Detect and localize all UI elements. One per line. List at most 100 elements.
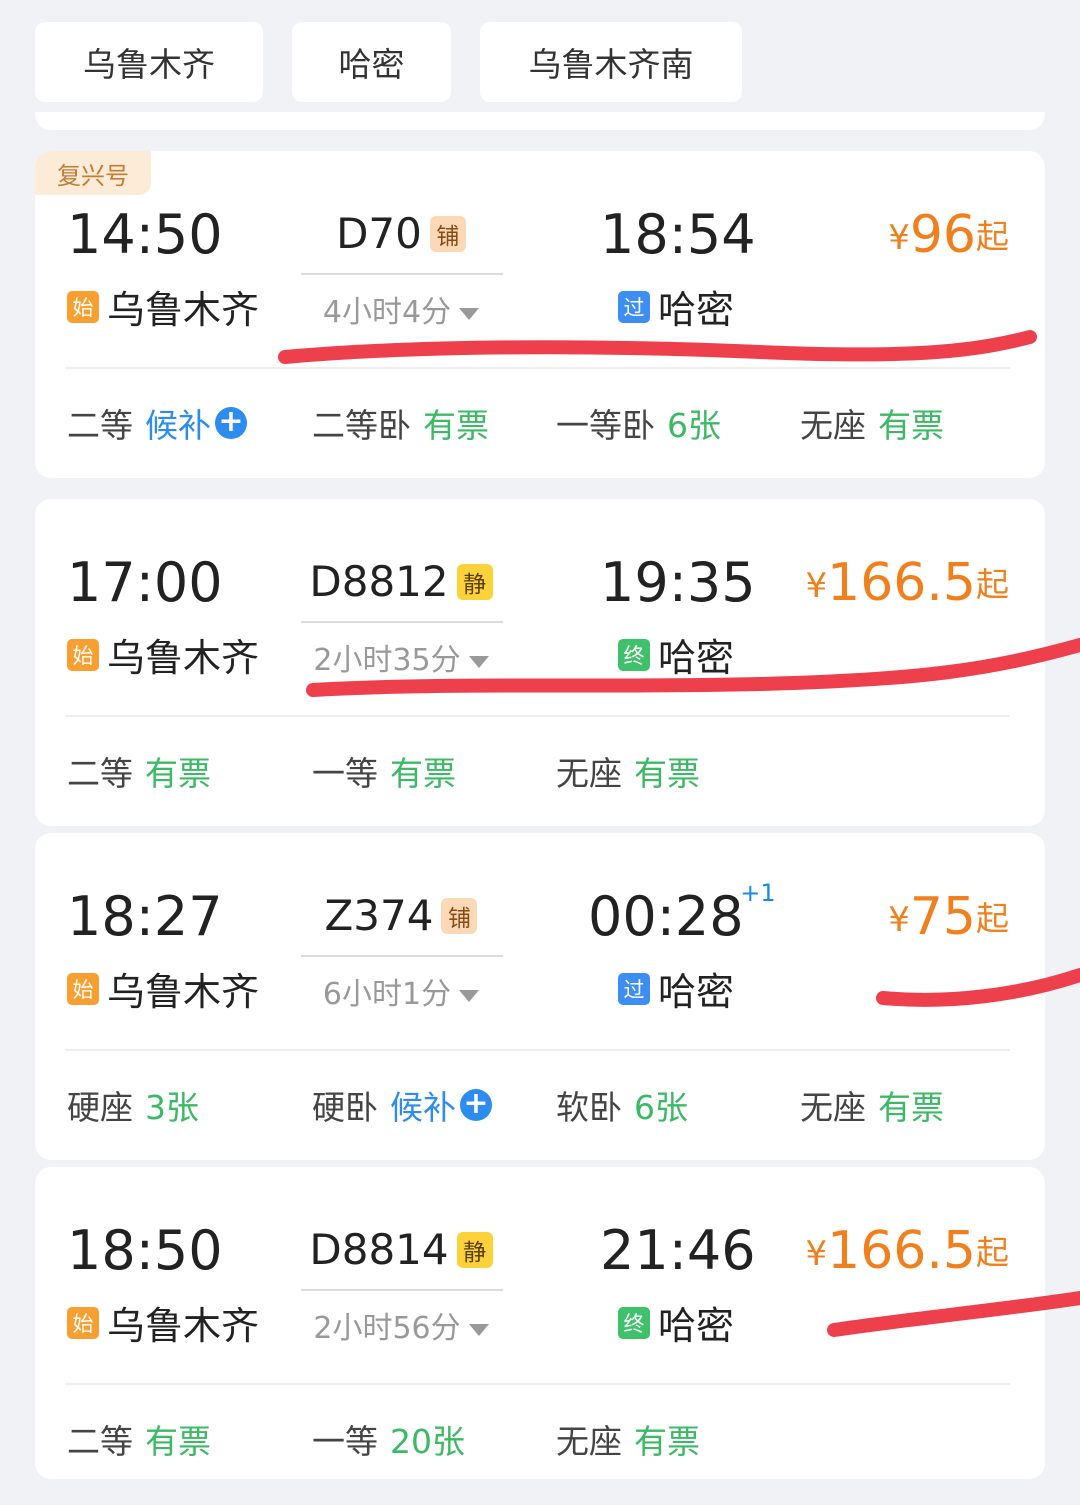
departure-station: 始 乌鲁木齐 [67,961,259,1016]
duration-toggle[interactable]: 6小时1分 [300,969,502,1013]
seat-second-class[interactable]: 二等 有票 [67,1415,211,1463]
seat-type: 二等卧 [312,406,411,445]
filter-chip-hami[interactable]: 哈密 [292,22,451,102]
price-suffix: 起 [976,1233,1009,1272]
seat-type: 无座 [556,1422,622,1461]
quiet-car-tag: 静 [456,1231,493,1268]
seat-second-sleeper[interactable]: 二等卧 有票 [312,399,489,447]
divider [65,715,1010,717]
departure-time: 17:00 [67,551,223,614]
station-filter-bar: 乌鲁木齐 哈密 乌鲁木齐南 [35,22,742,102]
price: ¥ 96 起 [888,205,1009,265]
arrival-station-name: 哈密 [658,1304,735,1348]
seat-no-seat[interactable]: 无座 有票 [800,399,944,447]
price-currency: ¥ [805,566,828,606]
origin-tag: 始 [67,972,99,1005]
pass-tag: 过 [618,972,650,1005]
duration-text: 2小时56分 [313,1311,461,1346]
duration-toggle[interactable]: 4小时4分 [300,287,502,331]
seat-type: 无座 [800,1088,866,1127]
waitlist-add-icon[interactable]: + [215,407,247,439]
seat-status: 有票 [423,406,489,445]
terminus-tag: 终 [618,1306,650,1339]
filter-chip-urumqi[interactable]: 乌鲁木齐 [35,22,263,102]
departure-station-name: 乌鲁木齐 [107,636,260,680]
filter-chip-urumqi-south[interactable]: 乌鲁木齐南 [480,22,742,102]
duration-toggle[interactable]: 2小时35分 [300,635,502,679]
price-value: 166.5 [827,1221,976,1281]
price-value: 166.5 [827,553,976,613]
seat-type: 硬座 [67,1088,133,1127]
quiet-car-tag: 静 [456,563,493,600]
duration-toggle[interactable]: 2小时56分 [300,1303,502,1347]
next-day-indicator: +1 [740,879,776,907]
arrival-time-text: 00:28 [588,885,744,948]
seat-soft-sleeper[interactable]: 软卧 6张 [556,1081,688,1129]
train-number-label: D8814 [309,1225,449,1274]
train-card-d8814[interactable]: 18:50 始 乌鲁木齐 D8814 静 2小时56分 21:46 终 哈密 ¥… [35,1167,1045,1479]
terminus-tag: 终 [618,638,650,671]
arrival-time-text: 19:35 [600,551,756,614]
seat-type: 一等 [312,754,378,793]
train-number: Z374 铺 [300,891,502,940]
train-card-d70[interactable]: 复兴号 14:50 始 乌鲁木齐 D70 铺 4小时4分 18:54 过 哈密 … [35,151,1045,478]
caret-down-icon [468,655,489,668]
seat-type: 二等 [67,754,133,793]
arrival-time: 21:46 [600,1219,756,1282]
departure-station: 始 乌鲁木齐 [67,1295,259,1350]
seat-second-class[interactable]: 二等 候补 + [67,399,247,447]
seat-second-class[interactable]: 二等 有票 [67,747,211,795]
price-suffix: 起 [976,899,1009,938]
train-number: D8814 静 [300,1225,502,1274]
previous-card-edge [35,112,1045,130]
price: ¥ 166.5 起 [805,553,1009,613]
divider [65,1383,1010,1385]
seat-status: 有票 [878,1088,944,1127]
arrival-time: 18:54 [600,203,756,266]
seat-status: 有票 [145,754,211,793]
train-card-z374[interactable]: 18:27 始 乌鲁木齐 Z374 铺 6小时1分 00:28 +1 过 哈密 … [35,833,1045,1160]
seat-first-class[interactable]: 一等 有票 [312,747,456,795]
seat-hard-sleeper[interactable]: 硬卧 候补 + [312,1081,492,1129]
seat-type: 硬卧 [312,1088,378,1127]
seat-status: 候补 [145,406,211,445]
seat-first-sleeper[interactable]: 一等卧 6张 [556,399,721,447]
seat-type: 二等 [67,1422,133,1461]
route-line [301,621,503,623]
seat-hard-seat[interactable]: 硬座 3张 [67,1081,199,1129]
departure-station-name: 乌鲁木齐 [107,1304,260,1348]
caret-down-icon [468,1323,489,1336]
origin-tag: 始 [67,638,99,671]
origin-tag: 始 [67,290,99,323]
seat-no-seat[interactable]: 无座 有票 [800,1081,944,1129]
arrival-station-name: 哈密 [658,970,735,1014]
arrival-time: 00:28 +1 [588,879,776,948]
seat-status: 有票 [634,754,700,793]
train-card-d8812[interactable]: 17:00 始 乌鲁木齐 D8812 静 2小时35分 19:35 终 哈密 ¥… [35,499,1045,826]
price-value: 75 [909,887,976,947]
price-suffix: 起 [976,217,1009,256]
arrival-station: 过 哈密 [618,961,734,1016]
seat-status: 3张 [145,1088,199,1127]
arrival-station: 终 哈密 [618,1295,734,1350]
seat-no-seat[interactable]: 无座 有票 [556,1415,700,1463]
seat-status: 候补 [390,1088,456,1127]
price: ¥ 75 起 [888,887,1009,947]
origin-tag: 始 [67,1306,99,1339]
arrival-time: 19:35 [600,551,756,614]
seat-first-class[interactable]: 一等 20张 [312,1415,465,1463]
waitlist-add-icon[interactable]: + [460,1089,492,1121]
price: ¥ 166.5 起 [805,1221,1009,1281]
seat-status: 有票 [634,1422,700,1461]
arrival-station: 终 哈密 [618,627,734,682]
fuxing-badge: 复兴号 [35,151,151,195]
departure-time: 18:27 [67,885,223,948]
seat-type: 无座 [800,406,866,445]
train-number: D70 铺 [300,209,502,258]
seat-no-seat[interactable]: 无座 有票 [556,747,700,795]
arrival-station-name: 哈密 [658,636,735,680]
arrival-station-name: 哈密 [658,288,735,332]
seat-status: 6张 [634,1088,688,1127]
departure-station: 始 乌鲁木齐 [67,627,259,682]
duration-text: 6小时1分 [322,977,452,1012]
